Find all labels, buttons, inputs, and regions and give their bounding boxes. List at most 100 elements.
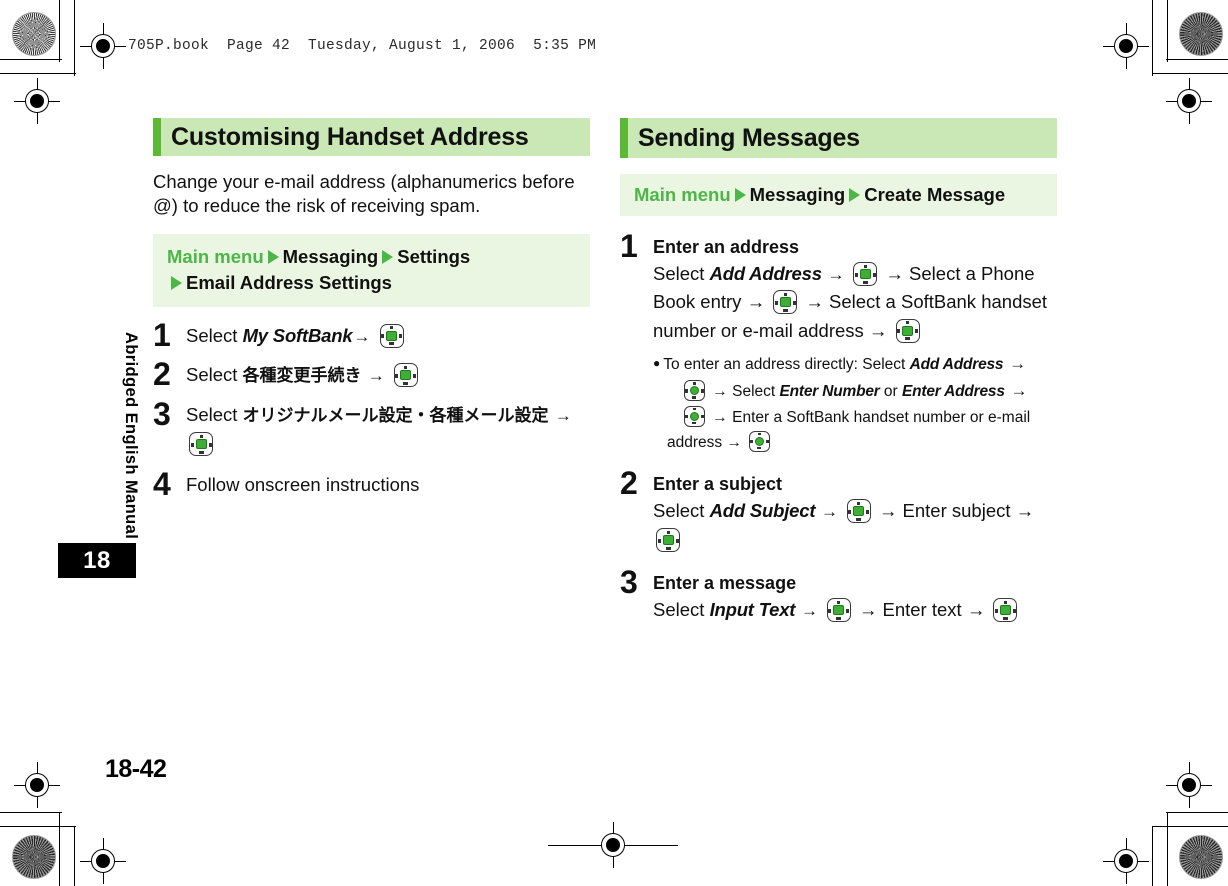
section-title: Sending Messages [638, 123, 860, 152]
right-column: Sending Messages Main menu Messaging Creat… [620, 118, 1057, 633]
nav-item-label: Messaging [282, 246, 379, 268]
detail-emphasis: Input Text [709, 599, 796, 621]
step-item: 4 Follow onscreen instructions [153, 468, 590, 500]
navigation-key-icon [379, 323, 405, 348]
registration-mark-icon [548, 822, 678, 868]
step-body: Select 各種変更手続き → [186, 362, 590, 389]
registration-mark-icon [1166, 78, 1212, 124]
step-select-label: Select [186, 364, 238, 386]
section-title: Customising Handset Address [171, 122, 529, 151]
star-target-icon [1179, 835, 1223, 879]
detail-emphasis: Add Address [709, 263, 822, 285]
navigation-key-icon [748, 430, 771, 452]
step-number: 2 [153, 356, 171, 393]
intro-paragraph: Change your e-mail address (alphanumeric… [153, 171, 575, 217]
navigation-key-icon [393, 363, 419, 388]
step-body: Select オリジナルメール設定・各種メール設定 → [186, 402, 590, 458]
step-number: 4 [153, 465, 171, 502]
print-file-stamp: 705P.book Page 42 Tuesday, August 1, 200… [128, 38, 597, 54]
detail-text: Select [653, 263, 710, 285]
step-target-label: My SoftBank [242, 324, 353, 346]
chevron-right-icon [171, 276, 182, 291]
registration-mark-icon [14, 78, 60, 124]
navigation-key-icon [683, 405, 706, 427]
star-target-icon [1179, 12, 1223, 56]
step-heading: Enter an address [653, 237, 800, 258]
step-number: 2 [620, 464, 638, 501]
step-heading: Enter a subject [653, 473, 783, 494]
registration-mark-icon [80, 23, 126, 69]
star-target-icon [12, 12, 56, 56]
step-item: 2 Enter a subject Select Add Subject → →… [620, 467, 1057, 554]
chevron-right-icon [267, 250, 279, 265]
note-text: To enter an address directly: Select [663, 355, 910, 373]
step-target-label: オリジナルメール設定・各種メール設定 [242, 406, 549, 427]
step-item: 1 Enter an address Select Add Address → … [620, 230, 1057, 455]
note-text: → Enter a SoftBank handset number or e-m… [667, 408, 1031, 451]
detail-text: Select [653, 599, 710, 621]
step-number: 1 [153, 316, 171, 353]
side-tab-label: Abridged English Manual [122, 332, 140, 540]
step-item: 3 Select オリジナルメール設定・各種メール設定 → [153, 398, 590, 458]
navigation-key-icon [846, 499, 872, 524]
nav-item-label: Email Address Settings [186, 272, 392, 294]
nav-root-label: Main menu [167, 246, 264, 268]
arrow-right-icon: → [353, 326, 371, 346]
step-item: 3 Enter a message Select Input Text → → … [620, 566, 1057, 624]
star-target-icon [12, 835, 56, 879]
navigation-key-icon [992, 598, 1018, 623]
nav-path-box-left: Main menu Messaging Settings Email Address … [153, 234, 590, 307]
note-text: → Select [708, 383, 780, 401]
nav-item-label: Create Message [864, 184, 1006, 205]
note-emphasis: Add Address [909, 355, 1004, 373]
page-canvas: 705P.book Page 42 Tuesday, August 1, 200… [0, 0, 1228, 886]
detail-text: → Enter text → [853, 599, 991, 621]
navigation-key-icon [852, 262, 878, 287]
arrow-right-icon: → [1005, 381, 1028, 401]
detail-text: → Enter subject → [873, 500, 1035, 522]
chevron-right-icon [734, 188, 746, 202]
step-body: Select My SoftBank→ [186, 323, 590, 350]
step-heading: Enter a message [653, 573, 797, 594]
chevron-right-icon [849, 188, 861, 202]
navigation-key-icon [826, 598, 852, 623]
step-number: 3 [620, 564, 638, 601]
nav-item-label: Messaging [749, 184, 846, 205]
section-header-sending-messages: Sending Messages [620, 118, 1057, 158]
detail-text: Select [653, 500, 710, 522]
step-item: 1 Select My SoftBank→ [153, 319, 590, 351]
step-detail: Select Input Text → → Enter text → [653, 596, 1057, 624]
note-text: or [879, 383, 902, 401]
navigation-key-icon [772, 290, 798, 315]
navigation-key-icon [188, 432, 214, 457]
step-item: 2 Select 各種変更手続き → [153, 358, 590, 390]
registration-mark-icon [1103, 23, 1149, 69]
chevron-right-icon [382, 250, 394, 265]
arrow-right-icon: → [816, 502, 843, 522]
chapter-tab: 18 [58, 543, 136, 578]
arrow-right-icon: → [796, 601, 823, 621]
bullet-icon: ● [653, 355, 661, 370]
step-number: 3 [153, 396, 171, 433]
step-detail: Select Add Address → → Select a Phone Bo… [653, 260, 1057, 344]
registration-mark-icon [14, 762, 60, 808]
step-body: Follow onscreen instructions [186, 473, 420, 495]
step-note: ● To enter an address directly: Select Ad… [653, 350, 1057, 455]
step-select-label: Select [186, 404, 238, 426]
note-emphasis: Enter Number [779, 383, 880, 401]
detail-emphasis: Add Subject [709, 500, 816, 522]
nav-item-label: Settings [397, 246, 471, 268]
arrow-right-icon: → [822, 265, 850, 285]
page-number: 18-42 [105, 755, 167, 783]
header-accent-bar [620, 118, 628, 158]
step-detail: Select Add Subject → → Enter subject → [653, 497, 1057, 554]
nav-root-label: Main menu [634, 184, 731, 205]
header-accent-bar [153, 118, 161, 156]
arrow-right-icon: → [367, 366, 385, 386]
step-target-label: 各種変更手続き [242, 366, 362, 387]
note-emphasis: Enter Address [902, 383, 1005, 401]
step-select-label: Select [186, 324, 238, 346]
left-column: Customising Handset Address Change your … [153, 118, 590, 508]
arrow-right-icon: → [1004, 353, 1027, 373]
registration-mark-icon [1103, 838, 1149, 884]
